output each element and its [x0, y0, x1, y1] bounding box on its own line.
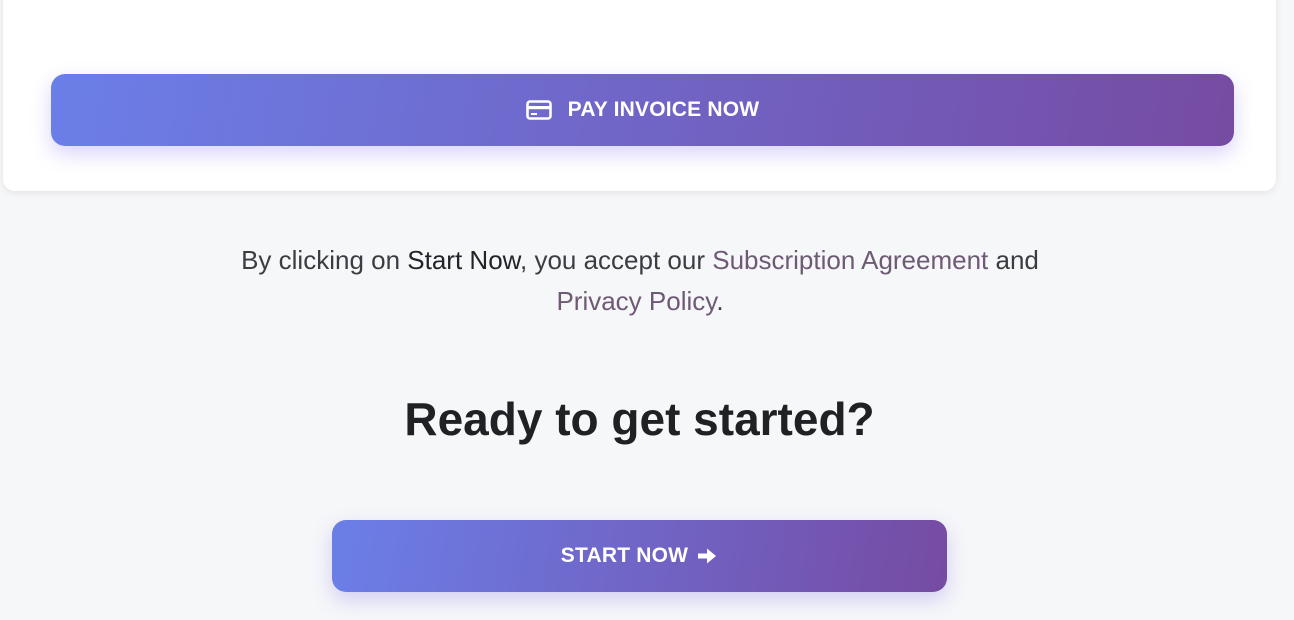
start-now-label: START NOW: [560, 544, 689, 567]
start-now-button[interactable]: START NOW: [332, 520, 947, 592]
terms-and: and: [988, 245, 1039, 275]
terms-start-now: Start Now: [407, 245, 520, 275]
pay-invoice-label: PAY INVOICE NOW: [567, 98, 760, 121]
payment-card: PAY INVOICE NOW: [3, 0, 1276, 191]
arrow-right-icon: [696, 545, 718, 567]
subscription-agreement-link[interactable]: Subscription Agreement: [712, 245, 988, 275]
page: PAY INVOICE NOW By clicking on Start Now…: [0, 0, 1294, 620]
cta-heading: Ready to get started?: [404, 393, 875, 445]
terms-middle: , you accept our: [520, 245, 713, 275]
credit-card-icon: [525, 100, 552, 120]
privacy-policy-link[interactable]: Privacy Policy: [556, 286, 716, 316]
terms-prefix: By clicking on: [241, 245, 408, 275]
terms-suffix: .: [716, 286, 724, 316]
terms-notice: By clicking on Start Now, you accept our…: [230, 240, 1050, 322]
pay-invoice-button[interactable]: PAY INVOICE NOW: [51, 74, 1234, 146]
